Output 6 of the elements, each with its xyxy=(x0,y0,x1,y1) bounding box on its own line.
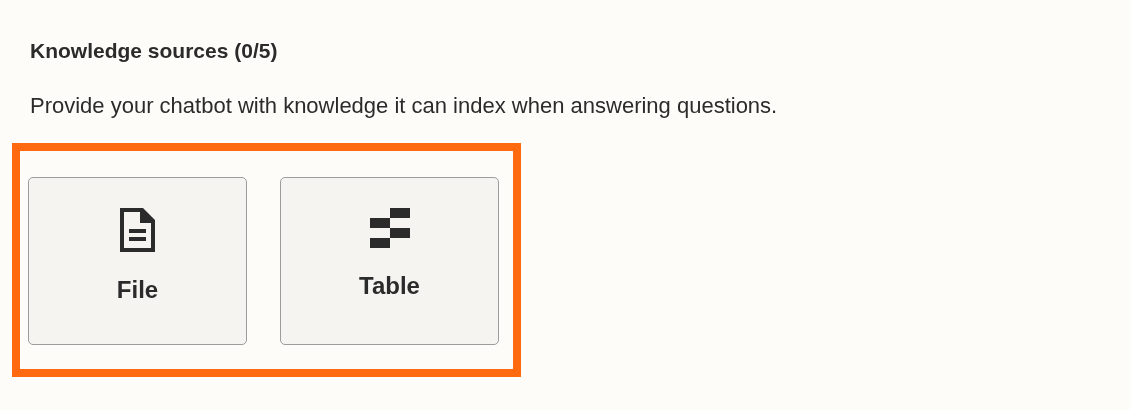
source-button[interactable]: Table xyxy=(280,176,499,345)
section-heading: Knowledge sources (0/5) xyxy=(30,38,279,64)
document-icon xyxy=(119,207,156,252)
source-button[interactable]: File xyxy=(28,176,247,345)
bars-icon xyxy=(369,207,410,248)
section-description: Provide your chatbot with knowledge it can index when answering questions. xyxy=(30,92,779,121)
